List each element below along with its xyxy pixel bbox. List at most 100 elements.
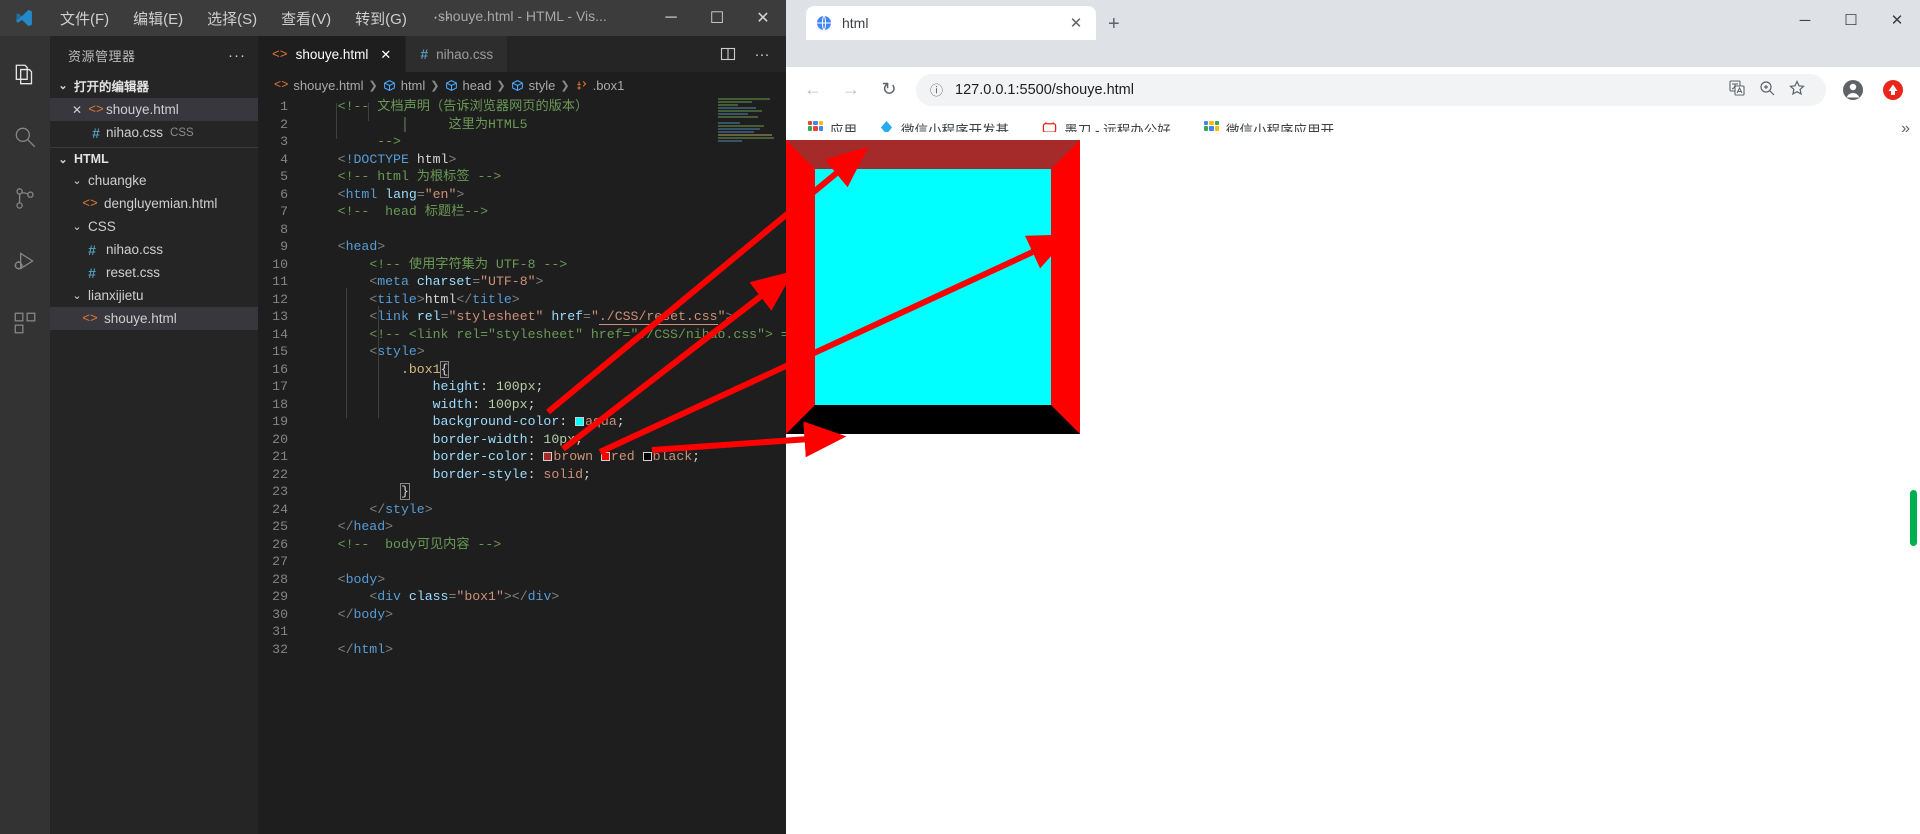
split-editor-icon[interactable]	[712, 36, 744, 72]
code-line[interactable]: 1 <!-- 文档声明（告诉浏览器网页的版本）	[258, 98, 786, 116]
sidebar-item-css-folder[interactable]: ⌄ CSS	[50, 215, 258, 238]
translate-icon[interactable]	[1722, 79, 1752, 100]
sidebar-item-chuangke[interactable]: ⌄ chuangke	[50, 169, 258, 192]
chrome-window-controls[interactable]: ─ ☐ ✕	[1782, 0, 1920, 40]
source-control-icon[interactable]	[0, 168, 50, 230]
code-line[interactable]: 24 </style>	[258, 501, 786, 519]
code-line[interactable]: 6 <html lang="en">	[258, 186, 786, 204]
address-bar[interactable]: ⓘ 127.0.0.1:5500/shouye.html	[916, 73, 1826, 106]
tab-shouye-html[interactable]: <> shouye.html ✕	[258, 36, 407, 72]
toolbar-right-icons	[1834, 71, 1912, 109]
code-line[interactable]: 2 │ 这里为HTML5	[258, 116, 786, 134]
search-icon[interactable]	[0, 106, 50, 168]
chrome-close-button[interactable]: ✕	[1874, 0, 1920, 40]
breadcrumb-style[interactable]: style	[511, 78, 555, 93]
breadcrumb-head[interactable]: head	[445, 77, 492, 93]
chrome-minimize-button[interactable]: ─	[1782, 0, 1828, 40]
code-line[interactable]: 16 .box1{	[258, 360, 786, 379]
code-line[interactable]: 4 <!DOCTYPE html>	[258, 151, 786, 169]
menu-file[interactable]: 文件(F)	[48, 4, 121, 33]
profile-avatar-icon[interactable]	[1834, 71, 1872, 109]
menu-edit[interactable]: 编辑(E)	[121, 4, 195, 33]
code-line[interactable]: 22 border-style: solid;	[258, 466, 786, 484]
breadcrumb-separator-icon: ❯	[368, 79, 378, 92]
code-line[interactable]: 27	[258, 553, 786, 571]
code-line[interactable]: 19 background-color: aqua;	[258, 413, 786, 431]
back-icon[interactable]: ←	[794, 71, 832, 109]
code-line[interactable]: 30 </body>	[258, 606, 786, 624]
code-line[interactable]: 15 <style>	[258, 343, 786, 361]
run-debug-icon[interactable]	[0, 230, 50, 292]
code-line[interactable]: 10 <!-- 使用字符集为 UTF-8 -->	[258, 256, 786, 274]
browser-tab-close-icon[interactable]: ✕	[1066, 14, 1086, 32]
reload-icon[interactable]: ↻	[870, 71, 908, 109]
line-number: 28	[272, 571, 288, 587]
vscode-minimize-button[interactable]: ─	[648, 0, 694, 36]
code-line[interactable]: 28 <body>	[258, 571, 786, 589]
breadcrumb-file[interactable]: <> shouye.html	[274, 78, 364, 93]
sidebar-item-lianxijietu[interactable]: ⌄ lianxijietu	[50, 284, 258, 307]
sidebar-item-reset-css[interactable]: # reset.css	[50, 261, 258, 284]
extensions-icon[interactable]	[0, 292, 50, 354]
vscode-menubar[interactable]: 文件(F) 编辑(E) 选择(S) 查看(V) 转到(G) ···	[48, 4, 466, 33]
code-line[interactable]: 17 height: 100px;	[258, 378, 786, 396]
explorer-more-icon[interactable]: ···	[228, 47, 246, 64]
menu-select[interactable]: 选择(S)	[195, 4, 269, 33]
minimap[interactable]	[718, 98, 776, 154]
code-line[interactable]: 26 <!-- body可见内容 -->	[258, 536, 786, 554]
open-editors-section[interactable]: ⌄ 打开的编辑器	[50, 73, 258, 98]
code-line[interactable]: 32 </html>	[258, 641, 786, 659]
code-line[interactable]: 29 <div class="box1"></div>	[258, 588, 786, 606]
explorer-header: 资源管理器 ···	[50, 36, 258, 73]
tab-close-icon[interactable]: ✕	[380, 47, 391, 63]
open-editor-nihao-css[interactable]: # nihao.css CSS	[50, 121, 258, 144]
code-line[interactable]: 12 <title>html</title>	[258, 291, 786, 309]
code-line[interactable]: 8	[258, 221, 786, 239]
breadcrumb-label: head	[462, 77, 492, 93]
sidebar-item-shouye-html[interactable]: <> shouye.html	[50, 307, 258, 330]
tab-nihao-css[interactable]: # nihao.css	[406, 36, 509, 72]
code-line[interactable]: 7 <!-- head 标题栏-->	[258, 203, 786, 221]
vscode-maximize-button[interactable]: ☐	[694, 0, 740, 36]
vscode-window-controls[interactable]: ─ ☐ ✕	[648, 0, 786, 36]
file-name: nihao.css	[106, 242, 164, 257]
code-line[interactable]: 21 border-color: brown red black;	[258, 448, 786, 466]
new-tab-button[interactable]: +	[1108, 13, 1120, 36]
code-line[interactable]: 18 width: 100px;	[258, 396, 786, 414]
browser-tab-html[interactable]: html ✕	[806, 6, 1096, 40]
code-line[interactable]: 14 <!-- <link rel="stylesheet" href="./C…	[258, 326, 786, 344]
code-line[interactable]: 11 <meta charset="UTF-8">	[258, 273, 786, 291]
code-line[interactable]: 31	[258, 623, 786, 641]
code-editor[interactable]: 1 <!-- 文档声明（告诉浏览器网页的版本） 2 │ 这里为HTML5 3 -->…	[258, 98, 786, 834]
code-line[interactable]: 25 </head>	[258, 518, 786, 536]
html-file-icon: <>	[88, 102, 104, 117]
menu-goto[interactable]: 转到(G)	[343, 4, 419, 33]
more-actions-icon[interactable]: ···	[746, 36, 778, 72]
zoom-icon[interactable]	[1752, 80, 1782, 100]
explorer-icon[interactable]	[0, 44, 50, 106]
open-editor-shouye-html[interactable]: ✕ <> shouye.html	[50, 98, 258, 121]
code-line[interactable]: 9 <head>	[258, 238, 786, 256]
breadcrumb-box1[interactable]: .box1	[575, 78, 624, 93]
editor-scrollbar[interactable]	[776, 98, 786, 834]
close-icon[interactable]: ✕	[68, 103, 86, 117]
code-line[interactable]: 3 -->	[258, 133, 786, 151]
sidebar-item-nihao-css[interactable]: # nihao.css	[50, 238, 258, 261]
forward-icon[interactable]: →	[832, 71, 870, 109]
extension-icon[interactable]	[1874, 71, 1912, 109]
folder-section-html[interactable]: ⌄ HTML	[50, 149, 258, 169]
code-line[interactable]: 23 }	[258, 483, 786, 501]
sidebar-item-dengluyemian-html[interactable]: <> dengluyemian.html	[50, 192, 258, 215]
code-line[interactable]: 13 <link rel="stylesheet" href="./CSS/re…	[258, 308, 786, 326]
menu-view[interactable]: 查看(V)	[269, 4, 343, 33]
breadcrumb-html[interactable]: html	[383, 78, 425, 93]
bookmark-star-icon[interactable]	[1782, 79, 1812, 100]
info-circle-icon[interactable]: ⓘ	[930, 80, 943, 99]
open-editor-label: nihao.css	[106, 125, 164, 140]
vscode-close-button[interactable]: ✕	[740, 0, 786, 36]
code-line[interactable]: 20 border-width: 10px;	[258, 431, 786, 449]
html-file-icon: <>	[274, 78, 289, 92]
code-line[interactable]: 5 <!-- html 为根标签 -->	[258, 168, 786, 186]
chrome-maximize-button[interactable]: ☐	[1828, 0, 1874, 40]
page-scrollbar[interactable]	[1907, 490, 1920, 550]
